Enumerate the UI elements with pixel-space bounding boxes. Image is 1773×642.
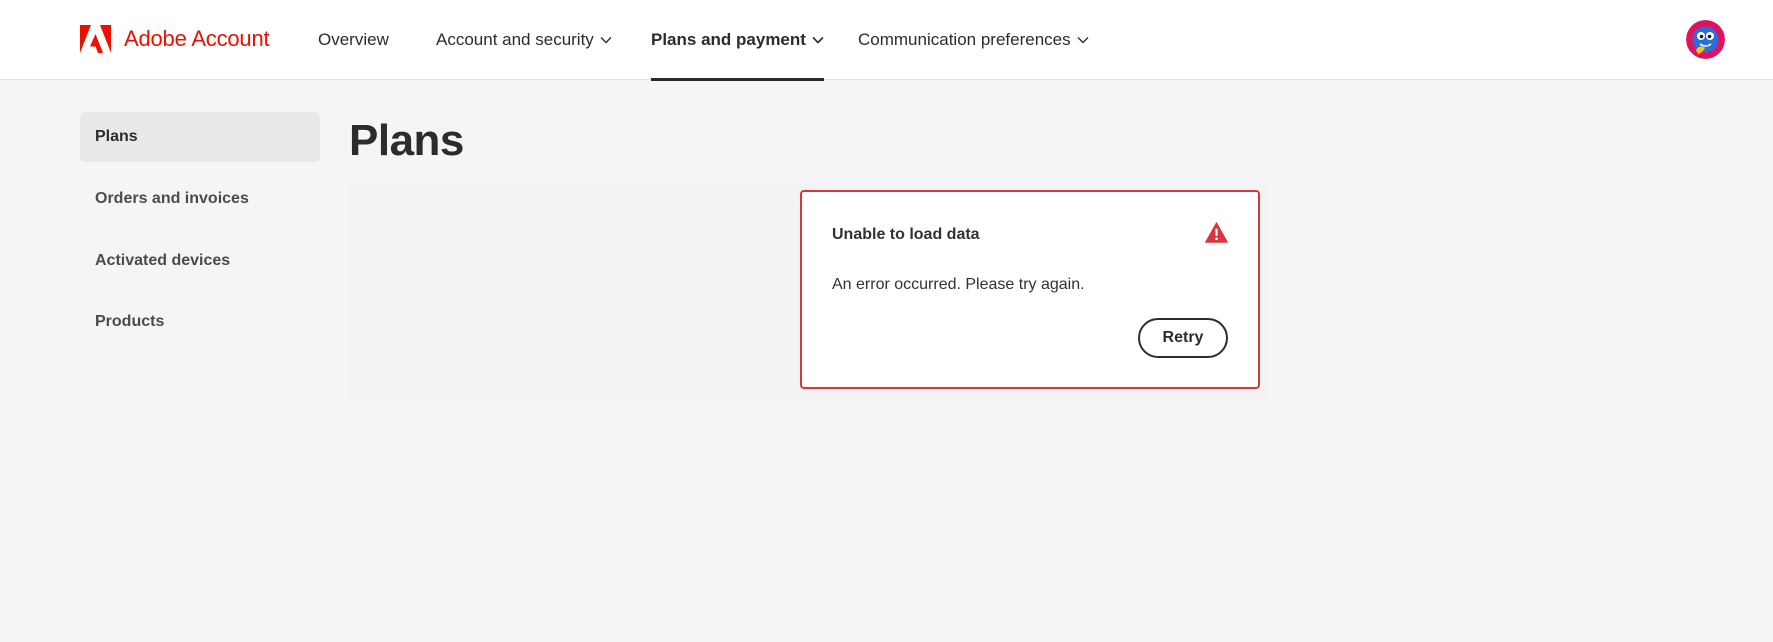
sidebar-item-plans[interactable]: Plans [80, 112, 320, 162]
nav-account-and-security[interactable]: Account and security [436, 0, 612, 80]
sidebar-item-activated-devices[interactable]: Activated devices [80, 236, 320, 286]
alert-triangle-icon [1205, 222, 1228, 243]
chevron-down-icon [1077, 37, 1089, 44]
retry-button[interactable]: Retry [1138, 318, 1228, 358]
sidebar-item-orders-and-invoices[interactable]: Orders and invoices [80, 174, 320, 224]
nav-plans-and-payment[interactable]: Plans and payment [651, 0, 824, 81]
top-navigation-bar: Adobe Account Overview Account and secur… [0, 0, 1773, 81]
user-avatar[interactable] [1686, 20, 1725, 59]
sidebar-item-label: Orders and invoices [95, 190, 249, 207]
sidebar-item-label: Plans [95, 128, 138, 145]
nav-plans-and-payment-label: Plans and payment [651, 30, 806, 49]
page-title: Plans [349, 116, 464, 165]
adobe-logo-icon [80, 25, 111, 53]
brand-name: Adobe Account [124, 26, 270, 51]
chevron-down-icon [812, 36, 824, 44]
nav-overview[interactable]: Overview [318, 0, 389, 80]
nav-communication-preferences-label: Communication preferences [858, 30, 1071, 49]
error-title: Unable to load data [832, 226, 980, 243]
adobe-account-logo-link[interactable]: Adobe Account [80, 24, 270, 54]
sidebar-item-label: Activated devices [95, 252, 231, 269]
nav-overview-label: Overview [318, 30, 389, 49]
chevron-down-icon [600, 37, 612, 44]
nav-communication-preferences[interactable]: Communication preferences [858, 0, 1089, 80]
avatar-image [1686, 20, 1725, 59]
error-message: An error occurred. Please try again. [832, 276, 1085, 293]
sidebar-item-products[interactable]: Products [80, 297, 320, 347]
error-card: Unable to load data An error occurred. P… [800, 190, 1260, 389]
nav-account-and-security-label: Account and security [436, 30, 594, 49]
sidebar-item-label: Products [95, 313, 165, 330]
